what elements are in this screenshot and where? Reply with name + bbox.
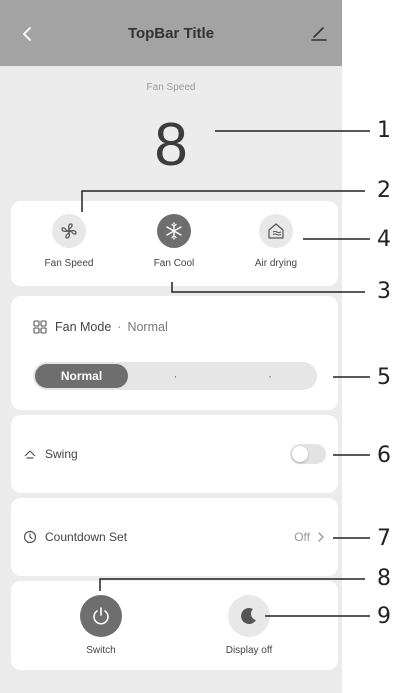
swing-card: Swing (11, 415, 338, 493)
fan-mode-option-normal[interactable]: Normal (35, 364, 128, 388)
fan-speed-button[interactable]: Fan Speed (29, 214, 109, 269)
fan-mode-card: Fan Mode · Normal Normal · · (11, 296, 338, 410)
callout-number-9: 9 (377, 604, 391, 629)
display-off-circle (228, 595, 270, 637)
swing-toggle[interactable] (290, 444, 326, 464)
swing-toggle-knob (292, 446, 308, 462)
fan-speed-button-label: Fan Speed (44, 258, 94, 269)
snowflake-icon (166, 222, 182, 240)
edit-icon[interactable] (308, 22, 330, 44)
swing-label: Swing (45, 447, 78, 461)
chevron-right-icon (318, 532, 324, 542)
callout-number-3: 3 (377, 279, 391, 304)
countdown-row[interactable]: Countdown Set Off (23, 526, 326, 548)
fan-mode-header: Fan Mode · Normal (33, 320, 168, 334)
fan-mode-segmented-control: Normal · · (33, 362, 317, 390)
air-drying-icon (268, 223, 284, 239)
controls-card: Switch Display off (11, 581, 338, 670)
callout-number-5: 5 (377, 365, 391, 390)
swing-row: Swing (23, 443, 326, 465)
clock-icon (23, 530, 37, 544)
callout-number-6: 6 (377, 443, 391, 468)
back-icon[interactable] (18, 24, 38, 44)
device-screen: TopBar Title Fan Speed 8 Fan Speed Fan C… (0, 0, 342, 693)
countdown-value: Off (294, 530, 310, 544)
switch-label: Switch (86, 645, 116, 656)
air-drying-circle (259, 214, 293, 248)
fan-icon (61, 223, 77, 239)
functions-card: Fan Speed Fan Cool Air drying (11, 201, 338, 286)
callout-number-4: 4 (377, 227, 391, 252)
power-icon (93, 607, 109, 625)
callout-number-1: 1 (377, 118, 391, 143)
switch-button[interactable]: Switch (56, 595, 146, 656)
callout-number-8: 8 (377, 566, 391, 591)
air-drying-button-label: Air drying (254, 258, 298, 269)
fan-speed-circle (52, 214, 86, 248)
moon-icon (241, 607, 256, 624)
fan-cool-button-label: Fan Cool (153, 258, 195, 269)
grid-icon (33, 320, 47, 334)
display-off-button[interactable]: Display off (204, 595, 294, 656)
fan-mode-option-3[interactable]: · (223, 362, 317, 390)
air-drying-button[interactable]: Air drying (236, 214, 316, 269)
fan-speed-value: 8 (154, 111, 188, 178)
callout-number-2: 2 (377, 178, 391, 203)
fan-cool-circle (157, 214, 191, 248)
switch-circle (80, 595, 122, 637)
fan-mode-title: Fan Mode (55, 320, 112, 334)
countdown-card[interactable]: Countdown Set Off (11, 498, 338, 576)
fan-cool-button[interactable]: Fan Cool (134, 214, 214, 269)
fan-speed-label: Fan Speed (146, 82, 196, 93)
callout-number-7: 7 (377, 526, 391, 551)
fan-mode-current-value: Normal (127, 320, 168, 334)
display-off-label: Display off (225, 645, 273, 656)
fan-mode-separator: · (117, 320, 122, 334)
countdown-label: Countdown Set (45, 530, 128, 544)
fan-mode-option-2[interactable]: · (128, 362, 223, 390)
top-bar: TopBar Title (0, 0, 342, 66)
swing-icon (24, 450, 36, 459)
page-title: TopBar Title (127, 24, 215, 42)
